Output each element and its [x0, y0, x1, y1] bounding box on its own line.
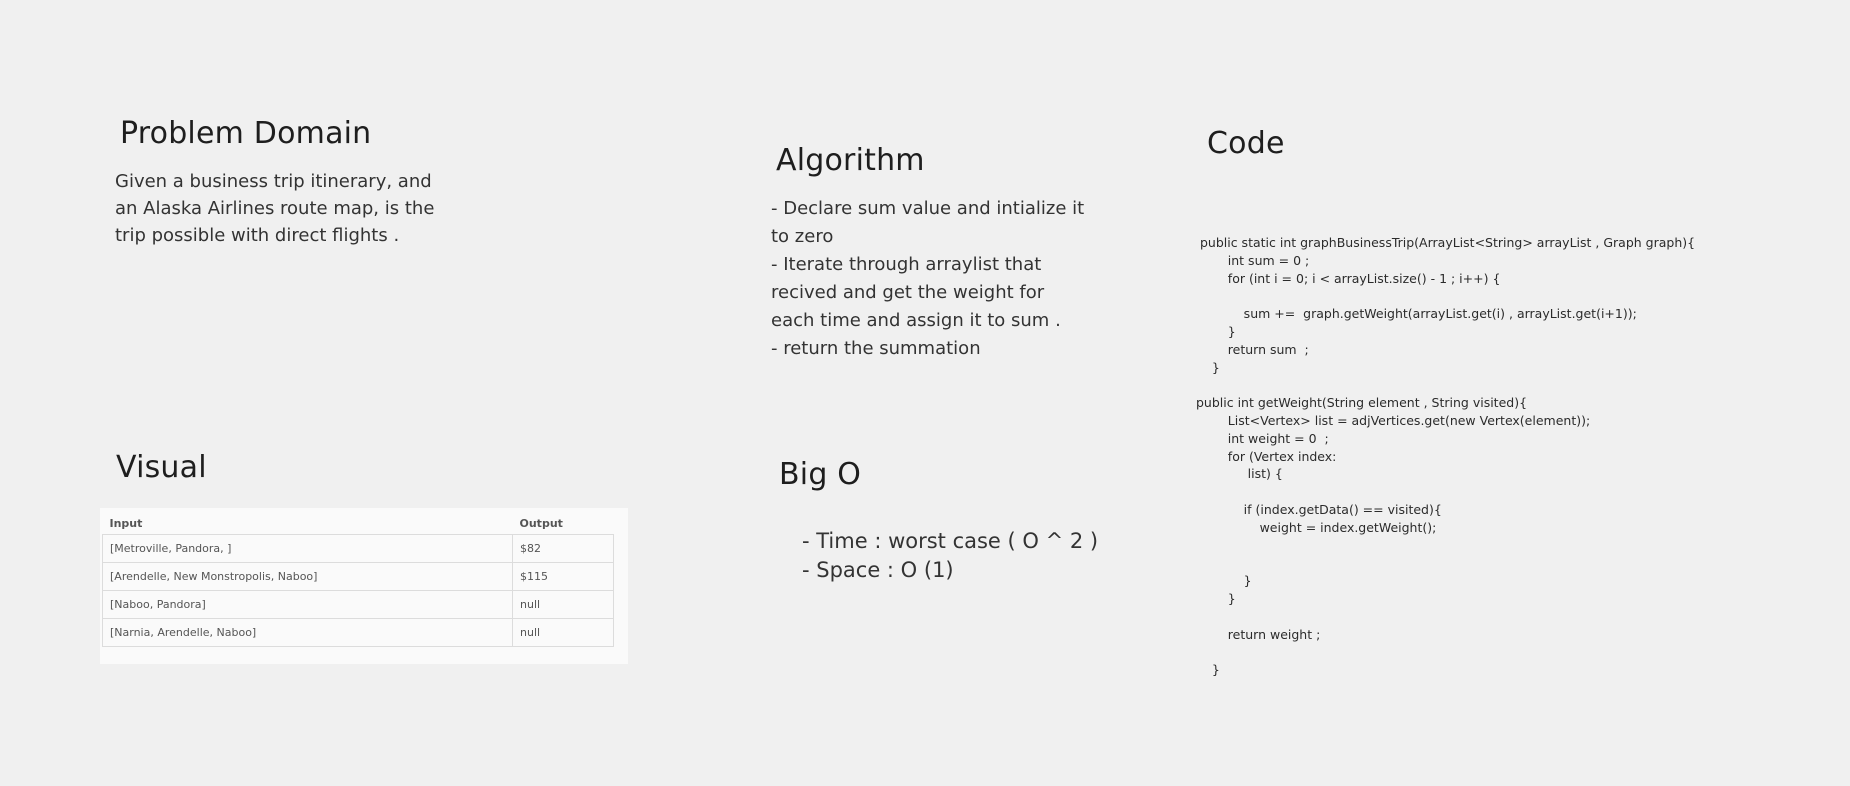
algorithm-line: - return the summation [771, 338, 981, 359]
code-line: } [1196, 590, 1236, 606]
problem-domain-text: Given a business trip itinerary, and an … [115, 168, 434, 249]
big-o-text: - Time : worst case ( O ^ 2 ) - Space : … [802, 527, 1098, 585]
table-row: [Metroville, Pandora, ] $82 [102, 534, 614, 563]
code-line: weight = index.getWeight(); [1196, 519, 1437, 535]
algorithm-line: - Declare sum value and intialize it [771, 198, 1085, 219]
table-cell-output: null [512, 590, 614, 619]
table-row: [Narnia, Arendelle, Naboo] null [102, 618, 614, 647]
algorithm-line: recived and get the weight for [771, 282, 1045, 303]
table-cell-output: $115 [512, 562, 614, 591]
visual-title: Visual [116, 450, 207, 485]
code-line: } [1196, 359, 1220, 375]
table-cell-input: [Metroville, Pandora, ] [102, 534, 513, 563]
code-line: List<Vertex> list = adjVertices.get(new … [1196, 412, 1591, 428]
algorithm-title: Algorithm [776, 143, 925, 178]
code-block: public static int graphBusinessTrip(Arra… [1196, 234, 1695, 679]
table-header-row: Input Output [102, 512, 614, 535]
code-line: for (int i = 0; i < arrayList.size() - 1… [1196, 270, 1501, 286]
problem-domain-line: trip possible with direct flights . [115, 225, 400, 246]
code-line: } [1196, 662, 1220, 678]
table-cell-input: [Naboo, Pandora] [102, 590, 513, 619]
code-line: int sum = 0 ; [1196, 252, 1310, 268]
code-line: public int getWeight(String element , St… [1196, 395, 1528, 411]
problem-domain-line: Given a business trip itinerary, and [115, 171, 432, 192]
code-line: } [1196, 573, 1252, 589]
table-cell-input: [Arendelle, New Monstropolis, Naboo] [102, 562, 513, 591]
table-header-input: Input [102, 512, 513, 535]
code-line: } [1196, 323, 1236, 339]
code-line: int weight = 0 ; [1196, 430, 1329, 446]
visual-table: Input Output [Metroville, Pandora, ] $82… [102, 512, 614, 647]
algorithm-line: to zero [771, 226, 834, 247]
table-header-output: Output [512, 512, 614, 535]
table-cell-output: $82 [512, 534, 614, 563]
code-line: for (Vertex index: [1196, 448, 1337, 464]
code-line: if (index.getData() == visited){ [1196, 501, 1442, 517]
code-line: sum += graph.getWeight(arrayList.get(i) … [1196, 306, 1637, 322]
algorithm-text: - Declare sum value and intialize it to … [771, 195, 1084, 363]
problem-domain-title: Problem Domain [120, 116, 372, 151]
table-cell-output: null [512, 618, 614, 647]
big-o-line: - Space : O (1) [802, 558, 954, 582]
visual-table-container: Input Output [Metroville, Pandora, ] $82… [100, 508, 628, 664]
algorithm-line: each time and assign it to sum . [771, 310, 1061, 331]
code-line: list) { [1196, 466, 1283, 482]
problem-domain-line: an Alaska Airlines route map, is the [115, 198, 435, 219]
algorithm-line: - Iterate through arraylist that [771, 254, 1042, 275]
code-line: return weight ; [1196, 626, 1321, 642]
table-row: [Naboo, Pandora] null [102, 590, 614, 619]
big-o-line: - Time : worst case ( O ^ 2 ) [802, 529, 1099, 553]
code-line: public static int graphBusinessTrip(Arra… [1196, 235, 1696, 250]
big-o-title: Big O [779, 457, 862, 492]
code-line: return sum ; [1196, 341, 1309, 357]
code-title: Code [1207, 126, 1285, 161]
table-row: [Arendelle, New Monstropolis, Naboo] $11… [102, 562, 614, 591]
table-cell-input: [Narnia, Arendelle, Naboo] [102, 618, 513, 647]
